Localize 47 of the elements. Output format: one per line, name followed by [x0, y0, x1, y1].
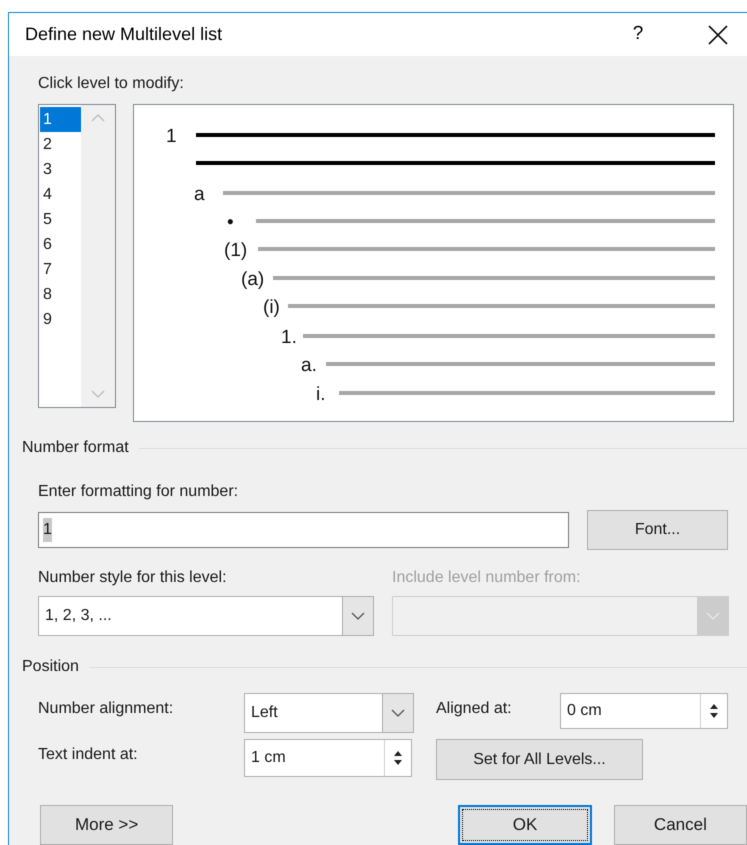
level-number: a. [301, 355, 317, 376]
level-list[interactable]: 1 2 3 4 5 6 7 8 9 [38, 104, 116, 408]
level-number: (1) [224, 240, 248, 261]
dialog-button[interactable]: OK [458, 805, 592, 845]
dialog-button[interactable]: Cancel [614, 805, 747, 845]
field-label: Number style for this level: [38, 569, 227, 586]
field-label: Aligned at: [436, 700, 512, 717]
level-number: 1 [166, 126, 177, 147]
caret-icon [351, 612, 365, 620]
level-number: 1. [281, 327, 297, 348]
text-indent-spinner[interactable]: 1 cm [244, 739, 412, 777]
level-number: (i) [263, 297, 280, 318]
level-number: i. [316, 384, 326, 405]
alignment-dropdown[interactable]: Left [244, 693, 414, 733]
field-label: Number alignment: [38, 700, 174, 717]
section-heading: Number format [22, 438, 129, 458]
field-value: 1 [43, 518, 52, 542]
dialog-button[interactable]: More >> [40, 805, 174, 845]
spinner-arrows-icon[interactable] [709, 703, 719, 719]
caret-icon [391, 709, 405, 717]
format-field[interactable]: 1 [38, 512, 569, 548]
close-icon[interactable] [707, 24, 729, 46]
level-item[interactable]: 9 [40, 307, 81, 332]
field-label: Text indent at: [38, 746, 138, 763]
level-item[interactable]: 4 [40, 182, 81, 207]
set-for-all-levels-button[interactable]: Set for All Levels... [436, 739, 643, 780]
number-style-dropdown[interactable]: 1, 2, 3, ... [38, 596, 374, 636]
field-label: Click level to modify: [38, 75, 184, 92]
level-number: • [227, 212, 234, 233]
level-item[interactable]: 1 [40, 107, 81, 132]
level-item[interactable]: 5 [40, 207, 81, 232]
level-item[interactable]: 7 [40, 257, 81, 282]
window-title: Define new Multilevel list [25, 23, 222, 46]
level-item[interactable]: 6 [40, 232, 81, 257]
level-item[interactable]: 8 [40, 282, 81, 307]
section-heading: Position [22, 657, 79, 677]
font-button[interactable]: Font... [587, 510, 728, 550]
help-button[interactable]: ? [623, 20, 653, 49]
caret-icon [706, 612, 720, 620]
level-number: (a) [241, 269, 264, 290]
aligned-at-spinner[interactable]: 0 cm [560, 693, 728, 729]
field-label: Enter formatting for number: [38, 483, 238, 500]
spinner-arrows-icon[interactable] [393, 750, 403, 766]
level-number: a [194, 184, 205, 205]
level-item[interactable]: 3 [40, 157, 81, 182]
field-label: Include level number from: [392, 569, 581, 586]
level-item[interactable]: 2 [40, 132, 81, 157]
